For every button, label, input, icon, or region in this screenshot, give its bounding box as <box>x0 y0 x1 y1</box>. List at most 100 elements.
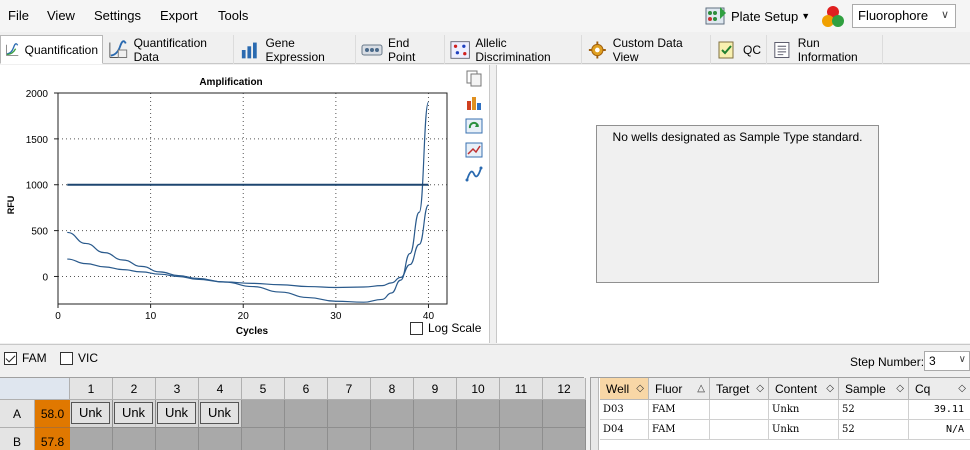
plate-well[interactable] <box>113 428 156 450</box>
table-cell[interactable]: FAM <box>649 400 710 420</box>
plate-column-header[interactable]: 3 <box>156 378 199 400</box>
column-header-fluor[interactable]: Fluor △ <box>649 378 710 400</box>
sort-icon[interactable]: ◇ <box>756 378 764 400</box>
table-cell[interactable]: 52 <box>839 420 909 440</box>
fam-checkbox[interactable] <box>4 351 17 365</box>
column-header-content[interactable]: Content ◇ <box>769 378 839 400</box>
y-tick-label: 0 <box>42 272 48 283</box>
menu-bar: File View Settings Export Tools Plate Se… <box>0 0 970 32</box>
tab-gene-expression[interactable]: Gene Expression <box>236 35 356 64</box>
refresh-icon[interactable] <box>465 117 483 135</box>
curve-fit-icon[interactable] <box>465 165 483 183</box>
plate-well[interactable]: Unk <box>156 400 199 428</box>
plate-well[interactable]: Unk <box>199 400 242 428</box>
amplification-curve[interactable] <box>67 204 430 289</box>
tab-end-point[interactable]: End Point <box>357 35 445 64</box>
column-header-well[interactable]: Well ◇ <box>600 378 649 400</box>
sort-icon[interactable]: ◇ <box>826 378 834 400</box>
tab-run-information[interactable]: Run Information <box>768 35 883 64</box>
plate-well[interactable] <box>156 428 199 450</box>
tab-allelic-discrimination[interactable]: Allelic Discrimination <box>446 35 582 64</box>
column-header-sample[interactable]: Sample ◇ <box>839 378 909 400</box>
plate-well[interactable] <box>543 400 586 428</box>
plate-well[interactable] <box>371 400 414 428</box>
menu-tools[interactable]: Tools <box>218 8 248 23</box>
plate-well[interactable]: Unk <box>113 400 156 428</box>
plate-column-header[interactable]: 11 <box>500 378 543 400</box>
menu-view[interactable]: View <box>47 8 75 23</box>
x-tick-label: 20 <box>238 311 250 322</box>
amplification-chart[interactable]: Amplification 0 10 20 30 400500100015002000 … <box>0 65 462 343</box>
allelic-discrimination-icon <box>450 40 470 59</box>
table-cell[interactable]: 39.11 <box>909 400 970 420</box>
vic-filter[interactable]: VIC <box>60 351 98 365</box>
tab-quantification-data[interactable]: Quantification Data <box>104 35 234 64</box>
plate-well[interactable] <box>457 400 500 428</box>
table-cell[interactable]: FAM <box>649 420 710 440</box>
plate-well[interactable] <box>500 400 543 428</box>
plate-well[interactable] <box>242 428 285 450</box>
plate-well[interactable] <box>414 400 457 428</box>
vic-checkbox[interactable] <box>60 351 73 365</box>
fam-filter[interactable]: FAM <box>4 351 47 365</box>
log-scale-toggle[interactable]: Log Scale <box>410 321 481 335</box>
plate-column-header[interactable]: 4 <box>199 378 242 400</box>
plate-well[interactable] <box>543 428 586 450</box>
plate-well[interactable] <box>328 428 371 450</box>
plate-column-header[interactable]: 7 <box>328 378 371 400</box>
traffic-light-icon[interactable] <box>820 4 846 30</box>
plate-well[interactable] <box>371 428 414 450</box>
tab-quantification[interactable]: Quantification <box>0 35 103 64</box>
plate-well[interactable] <box>457 428 500 450</box>
fluorophore-select[interactable]: Fluorophore ∨ <box>852 4 956 28</box>
column-header-target[interactable]: Target ◇ <box>710 378 769 400</box>
tab-custom-data-view[interactable]: Custom Data View <box>583 35 711 64</box>
plate-well[interactable] <box>328 400 371 428</box>
table-cell[interactable]: D04 <box>600 420 649 440</box>
plate-well[interactable] <box>242 400 285 428</box>
sort-icon[interactable]: ◇ <box>958 378 966 400</box>
plate-column-header[interactable]: 2 <box>113 378 156 400</box>
copy-icon[interactable] <box>465 69 483 87</box>
plate-well[interactable] <box>414 428 457 450</box>
table-cell[interactable] <box>710 400 769 420</box>
table-cell[interactable]: D03 <box>600 400 649 420</box>
plate-column-header[interactable]: 6 <box>285 378 328 400</box>
chart-settings-icon[interactable] <box>465 93 483 111</box>
plate-well[interactable] <box>500 428 543 450</box>
sort-ascending-icon[interactable]: △ <box>697 378 705 400</box>
plate-column-header[interactable]: 12 <box>543 378 586 400</box>
plate-setup-button[interactable]: Plate Setup ▼ <box>704 3 810 29</box>
table-cell[interactable] <box>710 420 769 440</box>
plate-well[interactable]: Unk <box>70 400 113 428</box>
table-cell[interactable]: 52 <box>839 400 909 420</box>
row-temperature: 58.0 <box>35 400 70 428</box>
column-header-cq[interactable]: Cq ◇ <box>909 378 970 400</box>
sort-icon[interactable]: ◇ <box>636 378 644 400</box>
amplification-chart-icon <box>5 42 19 56</box>
plate-well[interactable] <box>285 400 328 428</box>
plate-well[interactable] <box>70 428 113 450</box>
plate-column-header[interactable]: 8 <box>371 378 414 400</box>
plate-well[interactable] <box>199 428 242 450</box>
log-scale-checkbox[interactable] <box>410 321 423 335</box>
tab-qc[interactable]: QC <box>712 35 767 64</box>
step-number-select[interactable]: 3 ∨ <box>924 351 970 371</box>
table-cell[interactable]: Unkn <box>769 420 839 440</box>
plate-column-header[interactable]: 10 <box>457 378 500 400</box>
menu-settings[interactable]: Settings <box>94 8 141 23</box>
amplification-curve[interactable] <box>67 101 430 303</box>
table-cell[interactable]: N/A <box>909 420 970 440</box>
plate-row-header[interactable]: A <box>0 400 35 428</box>
plate-row-header[interactable]: B <box>0 428 35 450</box>
sort-icon[interactable]: ◇ <box>896 378 904 400</box>
menu-file[interactable]: File <box>8 8 29 23</box>
plate-column-header[interactable]: 1 <box>70 378 113 400</box>
menu-export[interactable]: Export <box>160 8 198 23</box>
plate-well[interactable] <box>285 428 328 450</box>
plate-column-header[interactable]: 5 <box>242 378 285 400</box>
plate-column-header[interactable]: 9 <box>414 378 457 400</box>
zoom-chart-icon[interactable] <box>465 141 483 159</box>
amplification-chart-panel: Amplification 0 10 20 30 40 0 500 1000 1500 2000 … <box>0 65 490 343</box>
table-cell[interactable]: Unkn <box>769 400 839 420</box>
